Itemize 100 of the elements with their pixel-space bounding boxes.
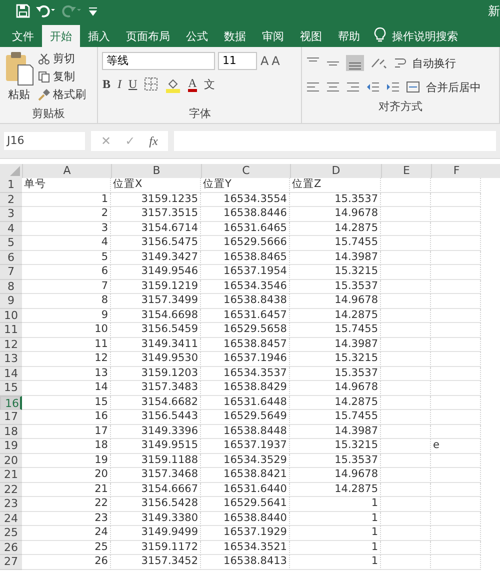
align-center-icon[interactable] [326,81,340,93]
table-cell: 16534.3537 [201,366,290,381]
merge-center-button[interactable]: 合并后居中 [426,80,482,94]
row-header[interactable]: 21 [0,468,22,482]
border-icon[interactable] [144,77,158,91]
table-cell [431,222,481,236]
table-cell: 16531.6465 [201,222,290,236]
table-cell [431,294,481,308]
row-header[interactable]: 4 [0,222,22,236]
table-cell [431,410,481,424]
ribbon-tab[interactable]: 公式 [178,25,216,47]
save-icon[interactable] [16,4,30,18]
ribbon-tab[interactable]: 视图 [292,25,330,47]
row-header[interactable]: 7 [0,265,22,280]
table-cell [381,308,431,323]
row-header[interactable]: 10 [0,308,22,323]
table-cell: 15.3537 [290,366,381,381]
table-cell: 16538.8465 [201,250,290,265]
font-name-field[interactable]: 等线 [102,52,216,70]
ribbon-tab[interactable]: 插入 [80,25,118,47]
row-header[interactable]: 13 [0,352,22,366]
format-painter-button[interactable]: 格式刷 [53,87,86,102]
align-right-icon[interactable] [346,81,360,93]
orientation-icon[interactable] [370,57,388,69]
row-header[interactable]: 3 [0,207,22,222]
table-cell [381,294,431,308]
fill-color-icon[interactable] [165,77,182,93]
italic-button[interactable]: I [117,77,122,92]
table-cell: 16529.5641 [201,497,290,512]
table-cell: 3157.3515 [111,207,201,222]
paste-button[interactable]: 粘贴 [8,87,30,102]
table-cell: 16538.8421 [201,468,290,482]
table-cell: 1 [290,526,381,540]
row-header[interactable]: 23 [0,497,22,512]
grow-font-button[interactable]: A [260,54,269,68]
table-cell: 3157.3499 [111,294,201,308]
increase-indent-icon[interactable] [386,81,400,93]
phonetic-button[interactable]: 文 [204,77,215,92]
row-header[interactable]: 2 [0,192,22,207]
table-cell: 3156.5443 [111,410,201,424]
bold-button[interactable]: B [102,77,110,92]
row-header[interactable]: 14 [0,366,22,381]
ribbon-tab[interactable]: 数据 [216,25,254,47]
table-cell: 1 [22,192,111,207]
paste-icon[interactable] [4,51,34,87]
insert-function-button[interactable]: fx [149,134,158,148]
underline-button[interactable]: U [128,77,138,92]
table-cell: 14.2875 [290,308,381,323]
table-cell: 3149.3380 [111,512,201,526]
ribbon-tab[interactable]: 开始 [42,25,80,47]
customize-icon[interactable] [88,6,98,16]
cut-button[interactable]: 剪切 [53,51,75,66]
row-header[interactable]: 26 [0,540,22,555]
redo-icon[interactable] [62,4,82,18]
table-cell: 3156.5459 [111,323,201,338]
table-cell: 16537.1937 [201,439,290,454]
ribbon-tab[interactable]: 审阅 [254,25,292,47]
table-cell: 14.9678 [290,294,381,308]
row-header[interactable]: 27 [0,555,22,570]
table-cell: 16529.5649 [201,410,290,424]
wrap-text-button[interactable]: 自动换行 [412,56,456,70]
table-cell [431,308,481,323]
row-header[interactable]: 11 [0,323,22,338]
row-header[interactable]: 22 [0,482,22,497]
table-cell: 14.9678 [290,468,381,482]
table-cell [381,482,431,497]
table-cell [381,265,431,280]
table-cell: 14.9678 [290,381,381,396]
row-header[interactable]: 25 [0,526,22,540]
undo-icon[interactable] [36,4,56,18]
ribbon-tab[interactable]: 帮助 [330,25,368,47]
font-size-field[interactable]: 11 [218,52,258,70]
decrease-indent-icon[interactable] [366,81,380,93]
row-header[interactable]: 20 [0,454,22,468]
row-header[interactable]: 19 [0,439,22,454]
row-header[interactable]: 16 [0,396,22,410]
row-header[interactable]: 18 [0,424,22,439]
row-header[interactable]: 8 [0,280,22,294]
tell-me-search[interactable]: 操作说明搜索 [386,25,466,47]
shrink-font-button[interactable]: A [272,54,280,68]
copy-button[interactable]: 复制 [53,69,75,84]
row-header[interactable]: 12 [0,338,22,352]
ribbon-tab[interactable]: 文件 [4,25,42,47]
row-header[interactable]: 15 [0,381,22,396]
ribbon-tab[interactable]: 页面布局 [118,25,178,47]
font-color-button[interactable]: A [188,77,197,92]
table-cell: 14.3987 [290,424,381,439]
table-cell: 位置Z [290,178,381,192]
row-header[interactable]: 9 [0,294,22,308]
row-header[interactable]: 5 [0,236,22,250]
table-cell: 16531.6448 [201,396,290,410]
table-cell: 16531.6440 [201,482,290,497]
align-left-icon[interactable] [306,81,320,93]
align-bottom-icon[interactable] [346,55,364,71]
row-header[interactable]: 1 [0,178,22,192]
table-cell: 15.7455 [290,410,381,424]
name-box[interactable]: J16 [4,132,85,150]
row-header[interactable]: 24 [0,512,22,526]
row-header[interactable]: 17 [0,410,22,424]
row-header[interactable]: 6 [0,250,22,265]
